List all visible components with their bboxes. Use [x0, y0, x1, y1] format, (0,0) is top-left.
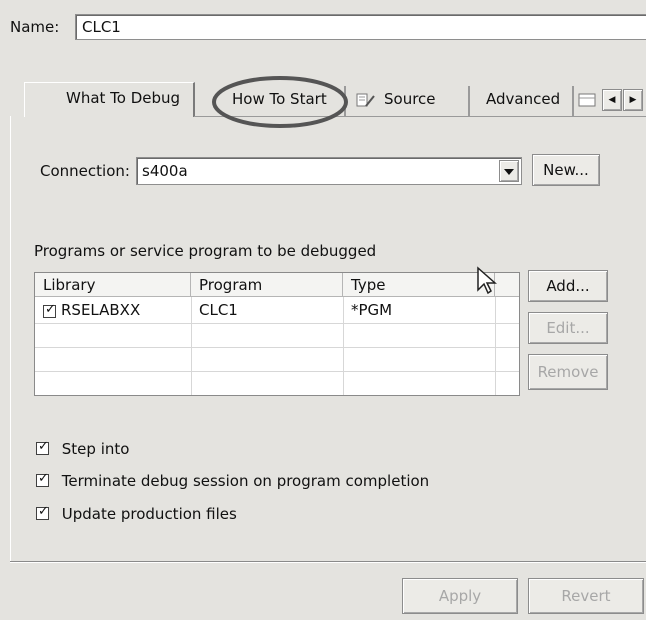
- tab-what-to-debug[interactable]: What To Debug: [24, 82, 195, 117]
- source-icon: [356, 92, 376, 108]
- name-label: Name:: [10, 18, 60, 36]
- update-production-checkbox[interactable]: ✓: [36, 504, 49, 520]
- column-header-program-label: Program: [199, 276, 263, 294]
- check-icon: ✓: [38, 439, 49, 454]
- column-header-type[interactable]: Type: [343, 273, 495, 297]
- apply-button-label: Apply: [438, 587, 482, 605]
- step-into-checkbox[interactable]: ✓: [36, 439, 49, 455]
- check-icon: ✓: [38, 471, 49, 486]
- option-update-production[interactable]: ✓ Update production files: [36, 504, 237, 523]
- name-input[interactable]: CLC1: [75, 14, 646, 40]
- tab-scroll-left-button[interactable]: ◀: [602, 89, 622, 111]
- row-library: RSELABXX: [61, 301, 141, 319]
- option-step-into[interactable]: ✓ Step into: [36, 439, 130, 458]
- edit-program-button[interactable]: Edit...: [528, 312, 608, 344]
- programs-caption: Programs or service program to be debugg…: [34, 242, 377, 260]
- name-input-value: CLC1: [82, 18, 121, 36]
- column-header-library[interactable]: Library: [35, 273, 191, 297]
- terminate-session-label: Terminate debug session on program compl…: [61, 472, 430, 490]
- column-header-program[interactable]: Program: [191, 273, 343, 297]
- add-program-button-label: Add...: [546, 277, 590, 295]
- tab-advanced-label: Advanced: [486, 90, 561, 108]
- chevron-right-icon: ▶: [629, 95, 637, 105]
- revert-button[interactable]: Revert: [528, 578, 644, 614]
- tab-advanced[interactable]: Advanced: [472, 86, 574, 116]
- tab-more-icon[interactable]: [578, 92, 598, 108]
- check-icon: ✓: [38, 504, 49, 519]
- tab-source[interactable]: Source: [348, 86, 470, 116]
- tab-source-label: Source: [384, 90, 436, 108]
- panel-bottom-highlight: [10, 562, 646, 563]
- update-production-label: Update production files: [61, 505, 237, 523]
- programs-table[interactable]: Library Program Type ✓ RSELABXX CLC1 *PG…: [34, 272, 520, 396]
- chevron-left-icon: ◀: [608, 95, 616, 105]
- connection-dropdown-button[interactable]: [499, 160, 519, 182]
- apply-button[interactable]: Apply: [402, 578, 518, 614]
- mouse-cursor-icon: [477, 266, 497, 295]
- add-program-button[interactable]: Add...: [528, 270, 608, 302]
- step-into-label: Step into: [61, 440, 130, 458]
- remove-program-button-label: Remove: [537, 363, 599, 381]
- edit-program-button-label: Edit...: [546, 319, 590, 337]
- column-header-library-label: Library: [43, 276, 96, 294]
- tab-scroll-right-button[interactable]: ▶: [623, 89, 643, 111]
- row-type: *PGM: [351, 301, 393, 319]
- chevron-down-icon: [504, 169, 514, 175]
- connection-value: s400a: [142, 162, 188, 180]
- check-icon: ✓: [45, 302, 56, 317]
- revert-button-label: Revert: [561, 587, 611, 605]
- column-header-type-label: Type: [351, 276, 386, 294]
- row-program: CLC1: [199, 301, 238, 319]
- new-connection-button[interactable]: New...: [532, 154, 600, 186]
- table-row[interactable]: ✓ RSELABXX CLC1 *PGM: [35, 298, 519, 323]
- connection-label: Connection:: [40, 162, 130, 180]
- remove-program-button[interactable]: Remove: [528, 354, 608, 390]
- terminate-session-checkbox[interactable]: ✓: [36, 471, 49, 487]
- option-terminate-session[interactable]: ✓ Terminate debug session on program com…: [36, 471, 430, 490]
- new-connection-button-label: New...: [543, 161, 589, 179]
- connection-combo[interactable]: s400a: [136, 157, 522, 185]
- row-checkbox[interactable]: ✓: [43, 302, 56, 318]
- tab-what-to-debug-label: What To Debug: [66, 89, 181, 107]
- column-header-filler: [495, 273, 519, 297]
